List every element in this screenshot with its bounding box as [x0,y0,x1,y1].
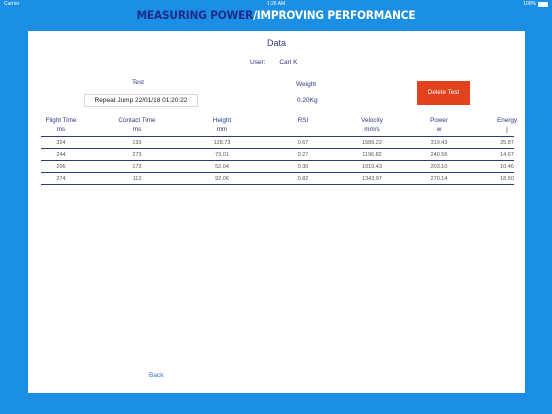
table-cell: 25.87 [500,140,514,146]
column-name: Velocity [361,117,383,124]
column-name: Height [212,117,232,124]
column-header: Height mm [182,116,262,134]
table-cell: 92.06 [215,176,229,182]
table-cell: 18.50 [500,176,514,182]
table-cell: 128.73 [213,140,231,146]
column-name: RSI [297,117,309,124]
table-cell: 270.14 [430,176,448,182]
table-cell: 10.46 [500,164,514,170]
weight-label: Weight [296,81,317,88]
table-header: Flight Time ms Contact Time ms Height mm RS… [41,116,517,137]
weight-value: 0.20Kg [297,97,318,104]
table-cell: 273 [132,152,142,158]
table-cell: 324 [56,140,66,146]
battery-icon [538,1,548,7]
table-cell: 52.04 [215,164,229,170]
column-header: Contact Time ms [97,116,177,134]
back-link[interactable]: Back [149,372,163,379]
app-title-part2: IMPROVING PERFORMANCE [256,8,416,22]
user-label: User: [250,59,266,66]
column-header: RSI [263,116,343,125]
table-cell: 73.01 [215,152,229,158]
column-name: Flight Time [45,117,77,124]
column-header: Energy j [467,116,547,134]
page-title: Data [266,38,286,48]
table-cell: 112 [132,176,142,182]
table-cell: 14.67 [500,152,514,158]
table-cell: 1010.43 [362,164,382,170]
table-row[interactable]: 324 193 128.73 0.67 1589.22 319.43 25.87 [41,137,514,149]
table-cell: 274 [56,176,66,182]
table-cell: 203.10 [430,164,448,170]
app-title: MEASURING POWER/IMPROVING PERFORMANCE [22,8,530,22]
table-cell: 0.27 [297,152,309,158]
column-unit: mm [216,126,228,133]
table-row[interactable]: 244 273 73.01 0.27 1196.82 240.56 14.67 [41,149,514,161]
user-value: Carl K [279,59,298,66]
table-cell: 240.56 [430,152,448,158]
table-row[interactable]: 274 112 92.06 0.82 1343.97 270.14 18.50 [41,173,514,185]
column-name: Energy [497,117,517,124]
table-cell: 319.43 [430,140,448,146]
test-label: Test [132,79,144,86]
battery-status: 100% [523,1,548,7]
status-time: 1:26 AM [266,1,286,7]
table-cell: 193 [132,140,142,146]
table-cell: 244 [56,152,66,158]
column-unit: ms [132,126,142,133]
table-cell: 0.30 [297,164,309,170]
data-panel: Data User: Carl K Test Repeat Jump 22/01… [28,31,525,393]
table-cell: 0.67 [297,140,309,146]
column-header: Flight Time ms [21,116,101,134]
table-cell: 1589.22 [362,140,382,146]
battery-percent: 100% [523,1,536,7]
table-cell: 206 [56,164,66,170]
column-unit: j [506,126,508,133]
app-title-part1: MEASURING POWER [136,8,254,22]
user-row: User: Carl K [250,59,297,66]
test-select[interactable]: Repeat Jump 22/01/18 01:20:22 [84,94,198,107]
column-unit: ms [56,126,66,133]
table-cell: 1343.97 [362,176,382,182]
table-cell: 0.82 [297,176,309,182]
table-row[interactable]: 206 173 52.04 0.30 1010.43 203.10 10.46 [41,161,514,173]
column-name: Power [430,117,448,124]
table-cell: 1196.82 [362,152,382,158]
delete-test-button[interactable]: Delete Test [417,81,470,105]
table-cell: 173 [132,164,142,170]
results-table: Flight Time ms Contact Time ms Height mm RS… [41,116,517,185]
column-name: Contact Time [118,117,156,124]
